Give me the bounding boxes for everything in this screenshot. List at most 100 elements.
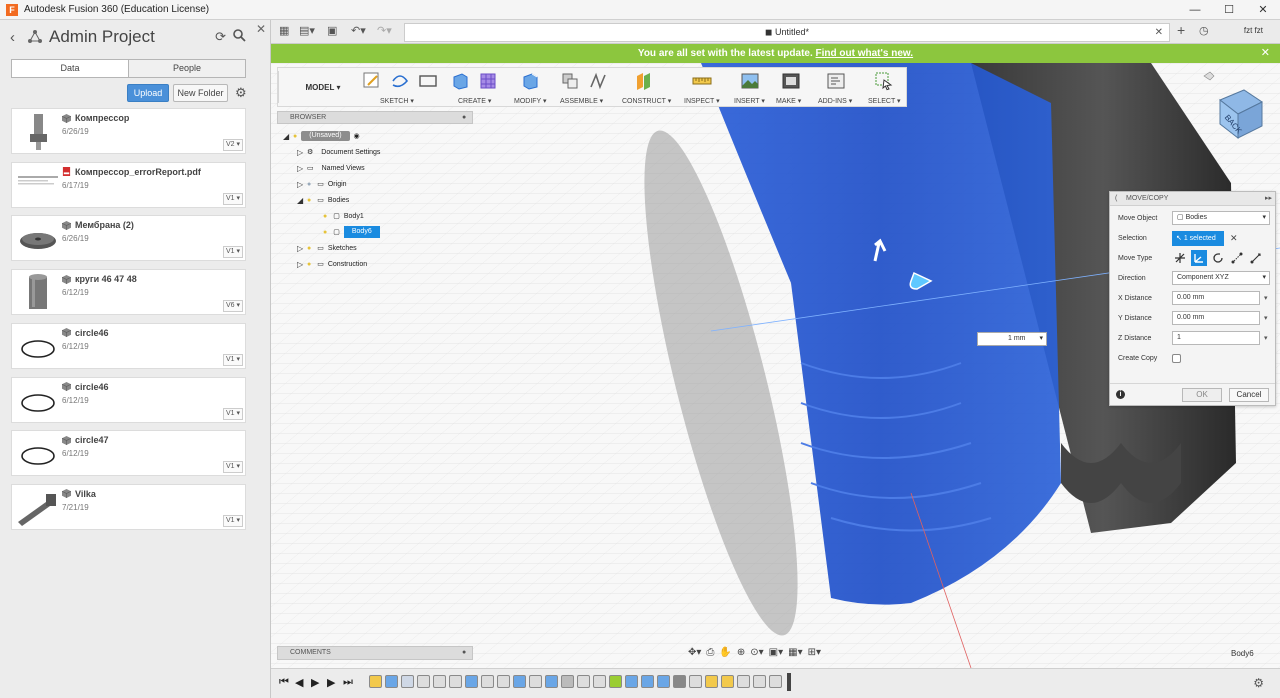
modify-label[interactable]: MODIFY ▾ (514, 97, 547, 105)
file-thumbnail[interactable] (16, 112, 61, 152)
expand-icon[interactable]: ▷ (297, 244, 307, 253)
modify-group[interactable]: MODIFY ▾ (512, 68, 556, 106)
file-thumbnail[interactable] (16, 219, 61, 259)
create-copy-checkbox[interactable] (1172, 353, 1181, 363)
make-group[interactable]: MAKE ▾ (776, 68, 814, 106)
select-label[interactable]: SELECT ▾ (868, 97, 901, 105)
file-thumbnail[interactable] (16, 434, 61, 474)
timeline-feature[interactable] (561, 675, 574, 688)
file-card[interactable]: Компрессор_errorReport.pdf 6/17/19 V1 ▾ (11, 161, 246, 208)
comments-pin-icon[interactable]: ● (462, 647, 466, 659)
file-name[interactable]: Компрессор_errorReport.pdf (62, 167, 201, 177)
refresh-icon[interactable]: ⟳ (215, 29, 226, 45)
cancel-button[interactable]: Cancel (1229, 388, 1269, 402)
3d-print-icon[interactable] (781, 71, 801, 91)
direction-select[interactable]: Component XYZ (1172, 271, 1270, 285)
version-badge[interactable]: V1 ▾ (222, 353, 243, 366)
expand-icon[interactable]: ▷ (297, 164, 307, 173)
workspace-switcher[interactable]: MODEL ▾ (286, 76, 360, 100)
translate-xyz-icon[interactable] (1191, 250, 1207, 266)
insert-image-icon[interactable] (740, 71, 760, 91)
file-card[interactable]: circle46 6/12/19 V1 ▾ (11, 376, 246, 423)
insert-group[interactable]: INSERT ▾ (730, 68, 772, 106)
redo-icon[interactable]: ↷▾ (377, 24, 392, 37)
version-badge[interactable]: V1 ▾ (222, 514, 243, 527)
y-distance-dropdown-icon[interactable]: ▾ (1264, 314, 1268, 322)
sketch-label[interactable]: SKETCH ▾ (380, 97, 414, 105)
look-at-icon[interactable]: ⎙ (706, 647, 714, 658)
close-tab-icon[interactable]: ✕ (1155, 24, 1163, 41)
version-badge[interactable]: V2 ▾ (222, 139, 243, 151)
fit-icon[interactable]: ⊙▾ (750, 647, 763, 658)
timeline-marker[interactable] (787, 673, 791, 691)
lightbulb-icon[interactable]: ● (307, 181, 311, 188)
file-name[interactable]: circle46 (62, 328, 109, 338)
file-thumbnail[interactable] (16, 273, 61, 313)
timeline-feature[interactable] (737, 675, 750, 688)
save-icon[interactable]: ▣ (327, 24, 337, 37)
file-name[interactable]: circle46 (62, 382, 109, 392)
tree-construction[interactable]: ▷ ● ▭ Construction (297, 257, 367, 271)
grid-menu-icon[interactable]: ▦ (279, 24, 289, 37)
new-component-icon[interactable] (560, 71, 580, 91)
x-distance-dropdown-icon[interactable]: ▾ (1264, 294, 1268, 302)
play-icon[interactable]: ▶ (311, 676, 319, 689)
construct-label[interactable]: CONSTRUCT ▾ (622, 97, 671, 105)
timeline-feature[interactable] (513, 675, 526, 688)
back-arrow-icon[interactable]: ‹ (10, 29, 15, 46)
timeline-feature[interactable] (769, 675, 782, 688)
pan-icon[interactable]: ✋ (719, 647, 731, 658)
undo-icon[interactable]: ↶▾ (351, 24, 366, 37)
timeline-feature[interactable] (689, 675, 702, 688)
tree-sketches[interactable]: ▷ ● ▭ Sketches (297, 241, 357, 255)
y-distance-input[interactable]: 0.00 mm (1172, 311, 1260, 325)
file-name[interactable]: круги 46 47 48 (62, 274, 137, 284)
lightbulb-icon[interactable]: ● (307, 197, 311, 204)
timeline-feature[interactable] (625, 675, 638, 688)
timeline-feature[interactable] (593, 675, 606, 688)
browser-header[interactable]: BROWSER ● (277, 111, 473, 124)
timeline-feature[interactable] (721, 675, 734, 688)
file-card[interactable]: Vilka 7/21/19 V1 ▾ (11, 483, 246, 530)
close-window-button[interactable]: ✕ (1246, 0, 1280, 20)
dialog-expand-icon[interactable]: ▸▸ (1265, 192, 1272, 205)
tree-root[interactable]: ◢ ● (Unsaved) ◉ (283, 129, 360, 143)
z-distance-input[interactable]: 1 (1172, 331, 1260, 345)
assemble-group[interactable]: ASSEMBLE ▾ (560, 68, 612, 106)
tree-named-views[interactable]: ▷ ▭ Named Views (297, 161, 365, 175)
create-label[interactable]: CREATE ▾ (458, 97, 491, 105)
timeline-feature[interactable] (401, 675, 414, 688)
collapse-icon[interactable]: ◢ (297, 196, 307, 205)
free-move-icon[interactable] (1172, 250, 1188, 266)
tab-data[interactable]: Data (12, 60, 129, 77)
timeline-feature[interactable] (609, 675, 622, 688)
version-badge[interactable]: V1 ▾ (222, 192, 243, 205)
dialog-collapse-icon[interactable]: ( (1115, 192, 1117, 205)
inspect-group[interactable]: INSPECT ▾ (682, 68, 726, 106)
joint-icon[interactable] (588, 71, 608, 91)
lightbulb-icon[interactable]: ● (307, 261, 311, 268)
search-icon[interactable] (232, 28, 246, 42)
timeline-feature[interactable] (705, 675, 718, 688)
zoom-icon[interactable]: ⊕ (737, 647, 745, 658)
extrude-icon[interactable] (450, 71, 470, 91)
timeline-feature[interactable] (529, 675, 542, 688)
job-status-icon[interactable]: ◷ (1199, 24, 1209, 37)
timeline-feature[interactable] (497, 675, 510, 688)
tree-bodies[interactable]: ◢ ● ▭ Bodies (297, 193, 349, 207)
file-thumbnail[interactable] (16, 166, 61, 206)
select-group[interactable]: SELECT ▾ (868, 68, 908, 106)
orbit-icon[interactable]: ✥▾ (688, 647, 701, 658)
inspect-label[interactable]: INSPECT ▾ (684, 97, 720, 105)
whats-new-link[interactable]: Find out what's new. (816, 48, 914, 59)
tree-body6[interactable]: ● ▢ Body6 (323, 225, 380, 239)
timeline-feature[interactable] (753, 675, 766, 688)
form-icon[interactable] (478, 71, 498, 91)
sketch-icon[interactable] (362, 71, 382, 91)
timeline-feature[interactable] (449, 675, 462, 688)
sketch-group[interactable]: SKETCH ▾ (360, 68, 444, 106)
lightbulb-icon[interactable]: ● (323, 229, 327, 236)
file-card[interactable]: Компрессор 6/26/19 V2 ▾ (11, 108, 246, 154)
offset-plane-icon[interactable] (634, 71, 654, 91)
viewports-icon[interactable]: ⊞▾ (808, 647, 821, 658)
